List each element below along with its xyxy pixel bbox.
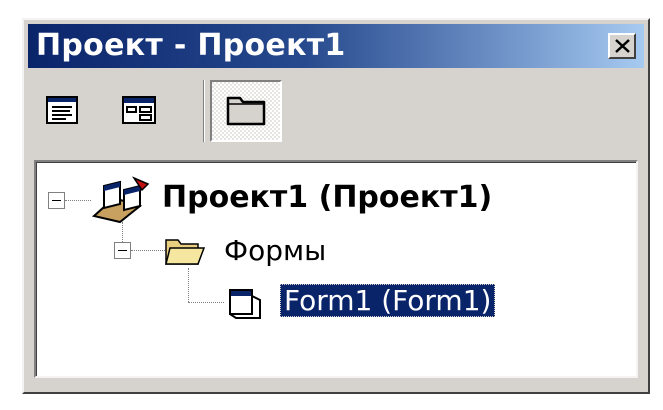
title-bar[interactable]: Проект - Проект1 <box>28 24 644 68</box>
folder-icon <box>226 96 266 126</box>
tree-connector <box>188 302 224 303</box>
view-code-button[interactable] <box>36 84 88 136</box>
project-explorer-window: Проект - Проект1 Проект1 (Проект1) Формы… <box>22 18 650 394</box>
close-icon <box>615 39 630 53</box>
tree-connector <box>131 250 167 251</box>
forms-node-label[interactable]: Формы <box>224 234 326 267</box>
collapse-project-toggle[interactable] <box>48 192 65 209</box>
view-object-icon <box>122 96 156 124</box>
form-icon <box>229 289 261 319</box>
forms-folder-icon <box>165 239 206 265</box>
form1-node-label[interactable]: Form1 (Form1) <box>280 284 496 317</box>
close-button[interactable] <box>608 33 636 59</box>
window-title: Проект - Проект1 <box>36 28 346 63</box>
tree-connector <box>122 222 123 242</box>
view-object-button[interactable] <box>112 84 164 136</box>
toggle-folders-button[interactable] <box>210 80 282 142</box>
project-node-label[interactable]: Проект1 (Проект1) <box>162 180 492 215</box>
toolbar <box>28 72 644 154</box>
tree-connector <box>188 268 189 302</box>
view-code-icon <box>46 96 78 124</box>
collapse-forms-toggle[interactable] <box>114 242 131 259</box>
project-tree[interactable]: Проект1 (Проект1) Формы Form1 (Form1) <box>34 160 638 378</box>
toolbar-separator <box>203 80 205 142</box>
project-icon <box>91 176 150 224</box>
tree-connector <box>65 200 91 201</box>
